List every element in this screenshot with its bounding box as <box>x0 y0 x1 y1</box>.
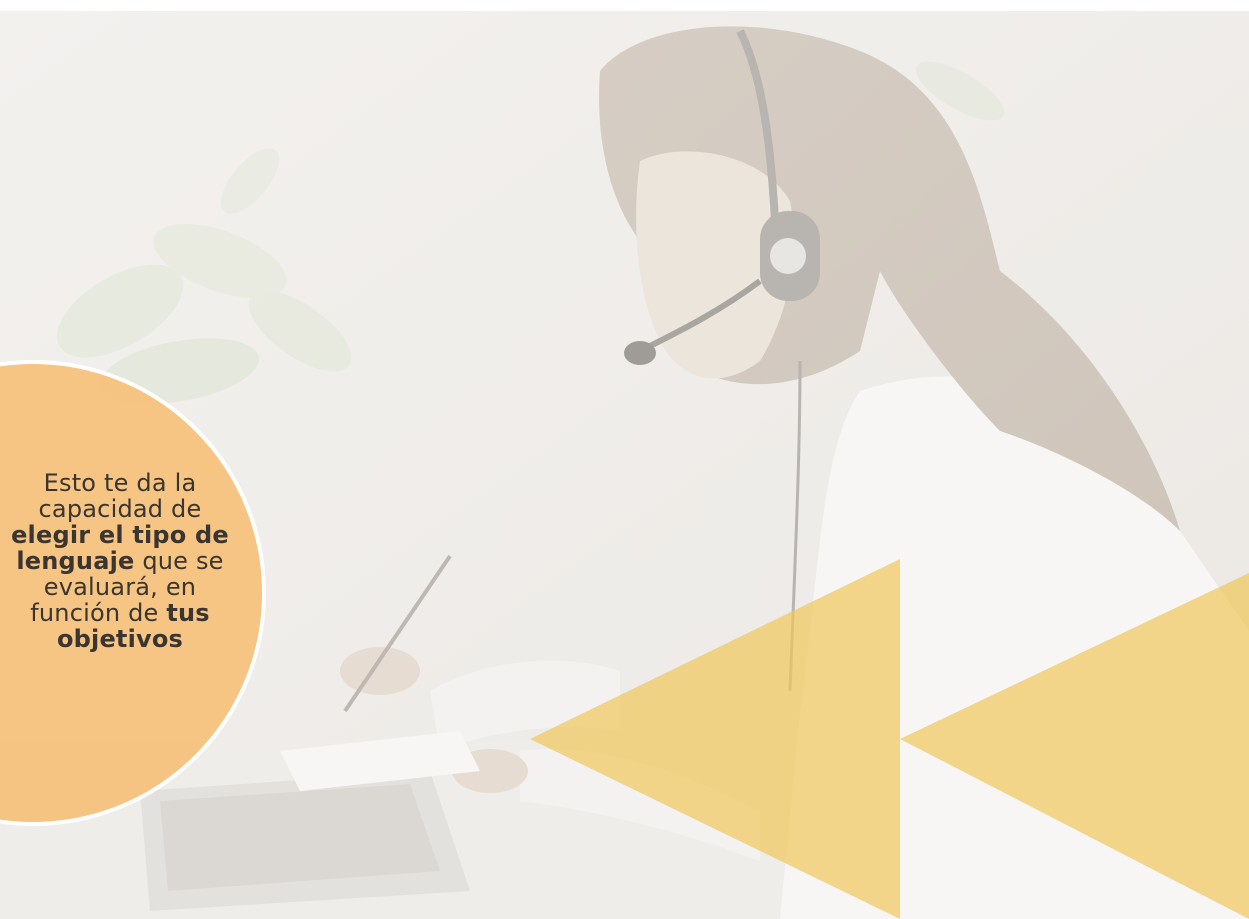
top-strip <box>0 0 1249 11</box>
bubble-line-1: Esto te da la <box>43 469 197 497</box>
bubble-line-5: evaluará, en <box>43 573 197 601</box>
bubble-line-6-pre: función de <box>30 599 167 627</box>
info-bubble-text: Esto te da la capacidad de elegir el tip… <box>0 470 250 652</box>
bubble-line-4-rest: que se <box>134 547 224 575</box>
slide-canvas: Esto te da la capacidad de elegir el tip… <box>0 0 1249 919</box>
laptop <box>140 771 470 911</box>
bubble-line-4-bold: lenguaje <box>16 547 135 575</box>
bubble-line-3: elegir el tipo de <box>11 521 229 549</box>
bubble-line-7: objetivos <box>56 625 184 653</box>
bubble-line-2: capacidad de <box>38 495 202 523</box>
bubble-line-6-bold: tus <box>166 599 210 627</box>
